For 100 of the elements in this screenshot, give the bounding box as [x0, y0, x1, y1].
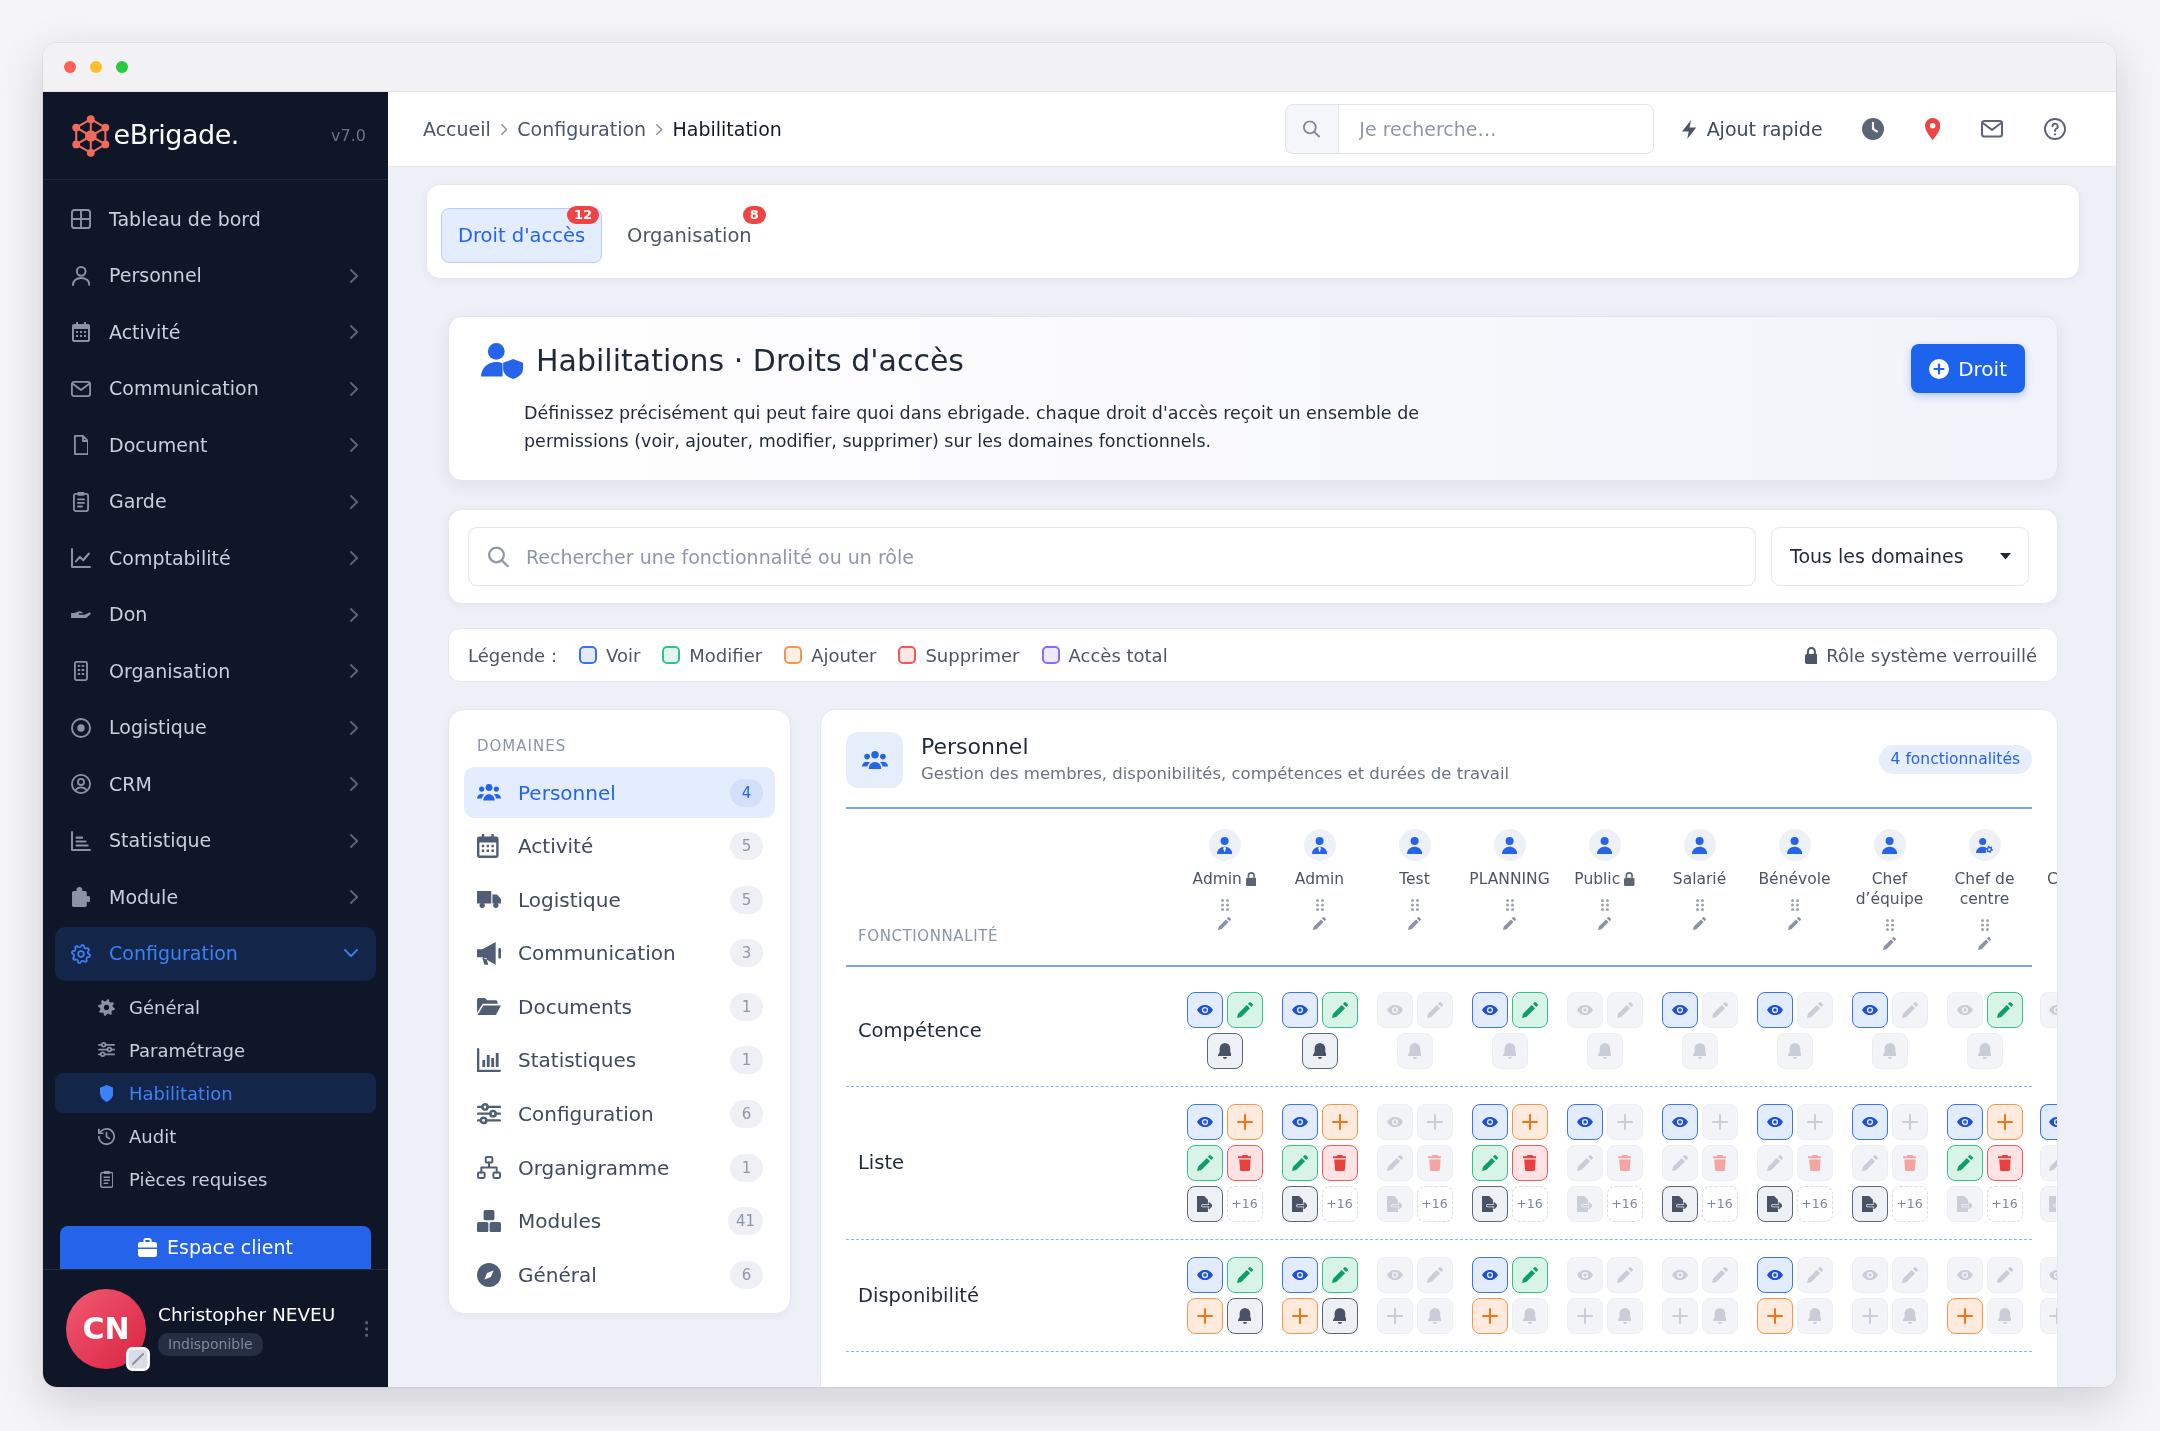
edit-toggle[interactable] — [1281, 1145, 1318, 1181]
notify-toggle[interactable] — [1301, 1033, 1338, 1069]
view-toggle[interactable] — [1471, 1104, 1508, 1140]
more-permissions-button[interactable]: +16 — [1226, 1186, 1263, 1222]
domain-item[interactable]: Documents 1 — [464, 981, 775, 1033]
more-permissions-button[interactable]: +16 — [1416, 1186, 1453, 1222]
view-toggle[interactable] — [2040, 1104, 2057, 1140]
drag-handle-icon[interactable] — [1980, 919, 1989, 931]
drag-handle-icon[interactable] — [1410, 899, 1419, 911]
sidebar-item[interactable]: Organisation — [55, 644, 376, 698]
help-icon[interactable] — [2044, 118, 2066, 140]
more-permissions-button[interactable]: +16 — [1321, 1186, 1358, 1222]
window-close-button[interactable] — [64, 61, 76, 73]
add-right-button[interactable]: Droit — [1911, 344, 2025, 393]
sidebar-subitem[interactable]: Général — [55, 987, 376, 1027]
domain-item[interactable]: Configuration 6 — [464, 1088, 775, 1140]
view-toggle[interactable] — [1281, 1257, 1318, 1293]
window-zoom-button[interactable] — [116, 61, 128, 73]
domain-select[interactable]: Tous les domaines — [1771, 527, 2029, 586]
breadcrumb-link[interactable]: Accueil — [423, 114, 491, 144]
sidebar-item[interactable]: Tableau de bord — [55, 192, 376, 246]
delete-toggle[interactable] — [1511, 1145, 1548, 1181]
domain-item[interactable]: Logistique 5 — [464, 874, 775, 926]
add-toggle[interactable] — [1321, 1104, 1358, 1140]
view-toggle[interactable] — [1471, 992, 1508, 1028]
sidebar-item[interactable]: Activité — [55, 305, 376, 359]
avatar[interactable]: CN — [66, 1288, 146, 1369]
sidebar-item[interactable]: Personnel — [55, 248, 376, 303]
view-toggle[interactable] — [1756, 1104, 1793, 1140]
domain-item[interactable]: Personnel 4 — [464, 767, 775, 818]
view-toggle[interactable] — [1186, 992, 1223, 1028]
drag-handle-icon[interactable] — [1885, 919, 1894, 931]
domain-item[interactable]: Statistiques 1 — [464, 1034, 775, 1086]
domain-item[interactable]: Activité 5 — [464, 820, 775, 872]
sidebar-item[interactable]: Don — [55, 587, 376, 642]
view-toggle[interactable] — [1756, 992, 1793, 1028]
export-toggle[interactable] — [1851, 1186, 1888, 1222]
add-toggle[interactable] — [1186, 1298, 1223, 1334]
edit-toggle[interactable] — [1511, 1257, 1548, 1293]
sidebar-item[interactable]: Document — [55, 418, 376, 472]
notify-toggle[interactable] — [1321, 1298, 1358, 1334]
pencil-icon[interactable] — [1788, 917, 1801, 930]
edit-toggle[interactable] — [1321, 992, 1358, 1028]
more-permissions-button[interactable]: +16 — [1701, 1186, 1738, 1222]
view-toggle[interactable] — [1661, 992, 1698, 1028]
view-toggle[interactable] — [1661, 1104, 1698, 1140]
more-options-icon[interactable] — [364, 1320, 368, 1337]
add-toggle[interactable] — [1986, 1104, 2023, 1140]
view-toggle[interactable] — [1756, 1257, 1793, 1293]
add-toggle[interactable] — [1226, 1104, 1263, 1140]
add-toggle[interactable] — [1946, 1298, 1983, 1334]
domain-item[interactable]: Organigramme 1 — [464, 1142, 775, 1194]
edit-toggle[interactable] — [1986, 992, 2023, 1028]
export-toggle[interactable] — [1471, 1186, 1508, 1222]
sidebar-item[interactable]: Configuration — [55, 926, 376, 981]
delete-toggle[interactable] — [1321, 1145, 1358, 1181]
sidebar-subitem[interactable]: Paramétrage — [55, 1030, 376, 1070]
edit-toggle[interactable] — [1186, 1145, 1223, 1181]
search-field[interactable]: Rechercher une fonctionnalité ou un rôle — [468, 527, 1756, 586]
pencil-icon[interactable] — [1218, 917, 1231, 930]
sidebar-item[interactable]: Module — [55, 870, 376, 924]
quick-add-button[interactable]: Ajout rapide — [1682, 114, 1823, 144]
export-toggle[interactable] — [1661, 1186, 1698, 1222]
edit-toggle[interactable] — [1226, 992, 1263, 1028]
window-minimize-button[interactable] — [90, 61, 102, 73]
domain-item[interactable]: Communication 3 — [464, 927, 775, 979]
pencil-icon[interactable] — [1408, 917, 1421, 930]
more-permissions-button[interactable]: +16 — [1511, 1186, 1548, 1222]
export-toggle[interactable] — [1281, 1186, 1318, 1222]
view-toggle[interactable] — [1851, 992, 1888, 1028]
more-permissions-button[interactable]: +16 — [1606, 1186, 1643, 1222]
sidebar-subitem[interactable]: Pièces requises — [55, 1159, 376, 1199]
pencil-icon[interactable] — [1598, 917, 1611, 930]
export-toggle[interactable] — [1756, 1186, 1793, 1222]
pencil-icon[interactable] — [1693, 917, 1706, 930]
pencil-icon[interactable] — [1313, 917, 1326, 930]
view-toggle[interactable] — [1186, 1104, 1223, 1140]
edit-toggle[interactable] — [1511, 992, 1548, 1028]
edit-toggle[interactable] — [1471, 1145, 1508, 1181]
notify-toggle[interactable] — [1206, 1033, 1243, 1069]
breadcrumb-link[interactable]: Configuration — [517, 114, 647, 144]
domain-item[interactable]: Général 6 — [464, 1249, 775, 1301]
domain-item[interactable]: Modules 41 — [464, 1195, 775, 1247]
sidebar-item[interactable]: Comptabilité — [55, 531, 376, 585]
export-toggle[interactable] — [1186, 1186, 1223, 1222]
more-permissions-button[interactable]: +16 — [1891, 1186, 1928, 1222]
pencil-icon[interactable] — [1978, 937, 1991, 950]
drag-handle-icon[interactable] — [1315, 899, 1324, 911]
clock-icon[interactable] — [1861, 118, 1884, 140]
edit-toggle[interactable] — [1946, 1145, 1983, 1181]
view-toggle[interactable] — [1281, 992, 1318, 1028]
add-toggle[interactable] — [1511, 1104, 1548, 1140]
sidebar-item[interactable]: Logistique — [55, 700, 376, 755]
view-toggle[interactable] — [1186, 1257, 1223, 1293]
view-toggle[interactable] — [1946, 1104, 1983, 1140]
edit-toggle[interactable] — [1226, 1257, 1263, 1293]
sidebar-subitem[interactable]: Habilitation — [55, 1073, 376, 1113]
drag-handle-icon[interactable] — [1220, 899, 1229, 911]
sidebar-item[interactable]: Garde — [55, 474, 376, 529]
sidebar-item[interactable]: Statistique — [55, 813, 376, 868]
